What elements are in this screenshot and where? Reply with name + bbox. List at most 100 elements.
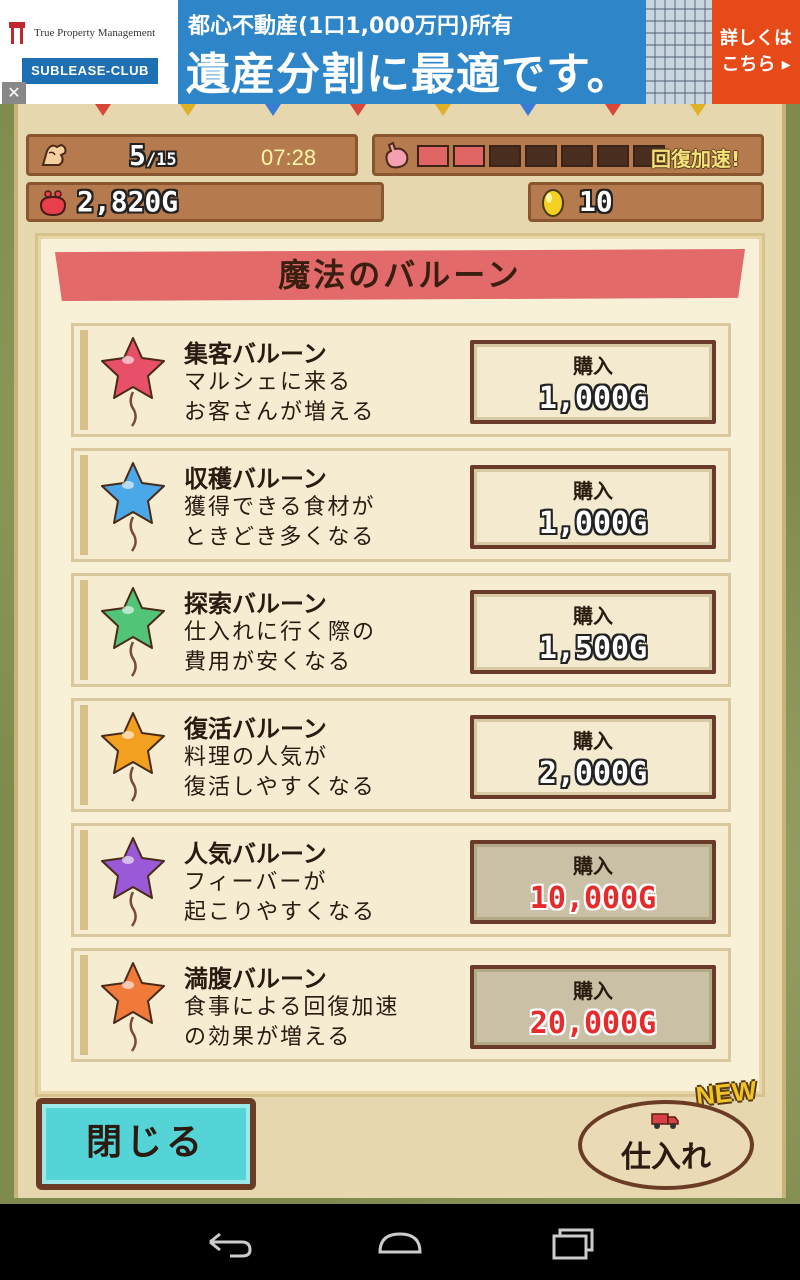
balloon-item: 人気バルーン フィーバーが 起こりやすくなる 購入 10,000G: [71, 823, 731, 937]
golden-egg-icon: [542, 189, 564, 217]
balloon-name: 復活バルーン: [184, 715, 327, 743]
balloon-description: 食事による回復加速 の効果が増える: [184, 993, 399, 1053]
ad-building-image: [646, 0, 712, 104]
balloon-item: 集客バルーン マルシェに来る お客さんが増える 購入 1,000G: [71, 323, 731, 437]
buy-button[interactable]: 購入 20,000G: [470, 965, 716, 1049]
stock-up-button[interactable]: 仕入れ: [578, 1100, 754, 1190]
balloon-description: 料理の人気が 復活しやすくなる: [184, 743, 376, 803]
price: 10,000G: [529, 881, 657, 916]
price: 1,000G: [538, 381, 648, 416]
building-logo-icon: [6, 22, 28, 44]
buy-button[interactable]: 購入 2,000G: [470, 715, 716, 799]
balloon-item: 収穫バルーン 獲得できる食材が ときどき多くなる 購入 1,000G: [71, 448, 731, 562]
egg-count: 10: [579, 185, 613, 218]
description-line-2: 起こりやすくなる: [184, 900, 377, 925]
system-nav-bar: [0, 1204, 800, 1280]
buy-button[interactable]: 購入 1,500G: [470, 590, 716, 674]
fullness-cell: [489, 145, 521, 167]
price: 1,500G: [538, 631, 648, 666]
ad-cta-line2: こちら ▸: [721, 54, 791, 75]
recovery-boost-label: 回復加速!: [651, 147, 741, 171]
description-line-1: マルシェに来る: [184, 370, 353, 395]
balloon-item: 満腹バルーン 食事による回復加速 の効果が増える 購入 20,000G: [71, 948, 731, 1062]
buy-label: 購入: [573, 979, 613, 1003]
gold-amount: 2,820G: [77, 185, 179, 218]
balloon-name: 満腹バルーン: [184, 965, 327, 993]
muscle-icon: [41, 143, 67, 166]
balloon-name: 人気バルーン: [184, 840, 327, 868]
recovery-timer: 07:28: [261, 145, 317, 170]
description-line-2: お客さんが増える: [184, 400, 376, 425]
description-line-1: 食事による回復加速: [184, 995, 400, 1020]
fullness-meter: [417, 145, 665, 167]
stamina-bar: 5/15 07:28: [26, 134, 358, 176]
ad-brand: True Property Management: [34, 27, 156, 39]
balloon-icon: [101, 587, 165, 677]
balloon-description: 仕入れに行く際の 費用が安くなる: [184, 618, 376, 678]
description-line-2: 費用が安くなる: [184, 650, 353, 675]
buy-label: 購入: [573, 479, 613, 503]
description-line-1: 料理の人気が: [184, 745, 329, 770]
ad-cta-button[interactable]: 詳しくは こちら ▸: [712, 0, 800, 104]
price: 1,000G: [538, 506, 648, 541]
description-line-1: 仕入れに行く際の: [184, 620, 377, 645]
buy-button[interactable]: 購入 1,000G: [470, 465, 716, 549]
fullness-cell: [561, 145, 593, 167]
balloon-item: 探索バルーン 仕入れに行く際の 費用が安くなる 購入 1,500G: [71, 573, 731, 687]
balloon-name: 探索バルーン: [184, 590, 327, 618]
ad-cta-line1: 詳しくは: [720, 28, 792, 49]
fullness-cell: [597, 145, 629, 167]
ad-line1: 都心不動産(1口1,000万円)所有: [188, 14, 514, 39]
stock-up-label: 仕入れ: [621, 1140, 711, 1175]
balloon-description: マルシェに来る お客さんが増える: [184, 368, 375, 428]
buy-label: 購入: [573, 354, 613, 378]
buy-button[interactable]: 購入 10,000G: [470, 840, 716, 924]
description-line-2: 復活しやすくなる: [184, 775, 376, 800]
ad-line2: 遺産分割に最適です。: [186, 49, 632, 100]
ad-club-label: SUBLEASE-CLUB: [22, 58, 158, 84]
egg-bar: 10: [528, 182, 764, 222]
price: 20,000G: [529, 1006, 657, 1041]
ad-headline[interactable]: 都心不動産(1口1,000万円)所有 遺産分割に最適です。: [178, 0, 646, 104]
game-screen: 5/15 07:28 回復加速! 2,820G 10 魔法のバルーン 集客バルー…: [0, 104, 800, 1204]
balloon-item: 復活バルーン 料理の人気が 復活しやすくなる 購入 2,000G: [71, 698, 731, 812]
balloon-icon: [101, 462, 165, 552]
balloon-icon: [101, 837, 165, 927]
buy-label: 購入: [573, 854, 613, 878]
buy-button[interactable]: 購入 1,000G: [470, 340, 716, 424]
balloon-icon: [101, 712, 165, 802]
description-line-2: ときどき多くなる: [184, 525, 376, 550]
price: 2,000G: [538, 756, 648, 791]
stamina-value: 5/15: [129, 139, 177, 172]
ad-close-icon[interactable]: ✕: [2, 82, 26, 104]
close-button[interactable]: 閉じる: [36, 1098, 256, 1190]
ad-banner[interactable]: True Property Management SUBLEASE-CLUB 都…: [0, 0, 800, 104]
fullness-cell: [453, 145, 485, 167]
bunting-decoration: [60, 104, 740, 118]
gold-bar: 2,820G: [26, 182, 384, 222]
description-line-1: フィーバーが: [184, 870, 328, 895]
recent-apps-icon[interactable]: [542, 1222, 602, 1262]
description-line-1: 獲得できる食材が: [184, 495, 376, 520]
fullness-cell: [525, 145, 557, 167]
panel-title: 魔法のバルーン: [278, 256, 522, 294]
purse-icon: [39, 190, 67, 217]
buy-label: 購入: [573, 604, 613, 628]
back-icon[interactable]: [198, 1222, 258, 1262]
home-icon[interactable]: [370, 1222, 430, 1262]
balloon-description: 獲得できる食材が ときどき多くなる: [184, 493, 376, 553]
magic-balloon-panel: 魔法のバルーン 集客バルーン マルシェに来る お客さんが増える 購入 1,000…: [38, 236, 762, 1094]
stomach-icon: [385, 141, 409, 169]
fullness-bar: 回復加速!: [372, 134, 764, 176]
balloon-description: フィーバーが 起こりやすくなる: [184, 868, 376, 928]
balloon-icon: [101, 962, 165, 1052]
truck-icon: [651, 1113, 679, 1129]
fullness-cell: [417, 145, 449, 167]
ad-logo-area: True Property Management SUBLEASE-CLUB: [0, 0, 178, 104]
buy-label: 購入: [573, 729, 613, 753]
balloon-name: 収穫バルーン: [184, 465, 327, 493]
description-line-2: の効果が増える: [184, 1025, 352, 1050]
balloon-icon: [101, 337, 165, 427]
balloon-list: 集客バルーン マルシェに来る お客さんが増える 購入 1,000G 収穫バルーン…: [71, 323, 731, 1073]
balloon-name: 集客バルーン: [184, 340, 327, 368]
